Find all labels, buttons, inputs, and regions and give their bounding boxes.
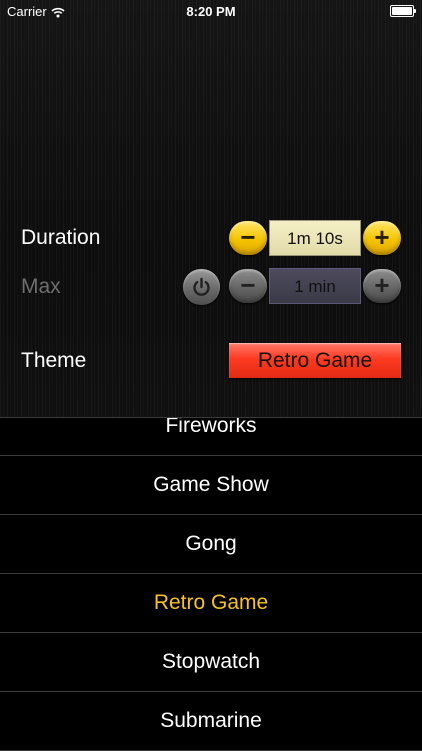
- list-item-gong[interactable]: Gong: [0, 514, 422, 574]
- power-toggle-button[interactable]: [183, 269, 220, 305]
- duration-stepper: − 1m 10s +: [229, 220, 401, 256]
- duration-increment-button[interactable]: +: [363, 221, 401, 255]
- status-time: 8:20 PM: [186, 4, 236, 19]
- status-bar: Carrier 8:20 PM: [0, 0, 422, 22]
- max-stepper: − 1 min +: [229, 268, 401, 304]
- duration-value: 1m 10s: [269, 220, 361, 256]
- list-item-fireworks[interactable]: Fireworks: [0, 418, 422, 456]
- list-item-stopwatch[interactable]: Stopwatch: [0, 632, 422, 692]
- theme-picker-list[interactable]: Fireworks Game Show Gong Retro Game Stop…: [0, 417, 422, 751]
- max-decrement-button[interactable]: −: [229, 269, 267, 303]
- list-item-retro-game[interactable]: Retro Game: [0, 573, 422, 633]
- max-value: 1 min: [269, 268, 361, 304]
- theme-select-button[interactable]: Retro Game: [229, 343, 401, 378]
- list-item-submarine[interactable]: Submarine: [0, 691, 422, 751]
- power-icon: [193, 277, 210, 296]
- battery-icon: [390, 5, 416, 17]
- duration-decrement-button[interactable]: −: [229, 221, 267, 255]
- list-item-game-show[interactable]: Game Show: [0, 455, 422, 515]
- theme-label: Theme: [21, 349, 87, 372]
- duration-label: Duration: [21, 226, 101, 249]
- max-increment-button[interactable]: +: [363, 269, 401, 303]
- max-label: Max: [21, 275, 61, 298]
